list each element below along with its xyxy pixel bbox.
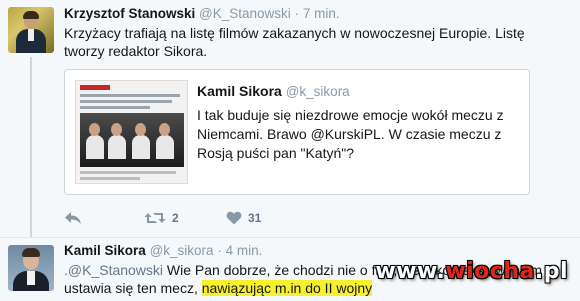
highlighted-text: nawiązując m.in do II wojny xyxy=(201,280,373,296)
reply-icon xyxy=(64,211,82,225)
tweet-header: Kamil Sikora @k_sikora · 4 min. xyxy=(64,243,262,258)
timeline: Krzysztof Stanowski @K_Stanowski · 7 min… xyxy=(0,0,580,301)
quoted-tweet-text: I tak buduje się niezdrowe emocje wokół … xyxy=(197,107,504,161)
avatar[interactable] xyxy=(8,7,54,53)
quoted-tweet-thumbnail xyxy=(75,80,188,184)
quoted-author-handle[interactable]: @k_sikora xyxy=(286,84,350,99)
retweet-count: 2 xyxy=(172,211,179,225)
tweet-header: Krzysztof Stanowski @K_Stanowski · 7 min… xyxy=(64,6,340,21)
tweet-text: Krzyżacy trafiają na listę filmów zakaza… xyxy=(64,25,525,59)
tweet-stanowski[interactable]: Krzysztof Stanowski @K_Stanowski · 7 min… xyxy=(0,0,580,237)
retweet-button[interactable]: 2 xyxy=(144,208,179,228)
avatar[interactable] xyxy=(8,245,54,291)
author-name[interactable]: Kamil Sikora xyxy=(64,243,146,258)
like-button[interactable]: 31 xyxy=(226,208,261,228)
watermark-logo: www.wiocha.pl xyxy=(375,259,568,284)
reply-button[interactable] xyxy=(64,208,82,228)
heart-icon xyxy=(226,211,242,225)
quoted-tweet[interactable]: Kamil Sikora @k_sikora I tak buduje się … xyxy=(64,69,530,195)
separator-dot: · xyxy=(217,243,222,258)
separator-dot: · xyxy=(294,6,300,21)
author-handle[interactable]: @k_sikora xyxy=(150,243,214,258)
watermark-suffix: .pl xyxy=(534,259,568,284)
author-handle[interactable]: @K_Stanowski xyxy=(199,6,291,21)
author-name[interactable]: Krzysztof Stanowski xyxy=(64,6,195,21)
quoted-tweet-header: Kamil Sikora @k_sikora xyxy=(197,83,350,99)
quoted-author-name[interactable]: Kamil Sikora xyxy=(197,83,282,99)
like-count: 31 xyxy=(248,211,262,225)
tweet-time[interactable]: 4 min. xyxy=(226,243,263,258)
watermark-brand: wiocha xyxy=(445,259,535,284)
thread-connector xyxy=(30,57,32,237)
tweet-time[interactable]: 7 min. xyxy=(303,6,340,21)
mention-link[interactable]: .@K_Stanowski xyxy=(64,262,163,278)
retweet-icon xyxy=(144,211,166,225)
watermark-prefix: www. xyxy=(375,259,446,284)
